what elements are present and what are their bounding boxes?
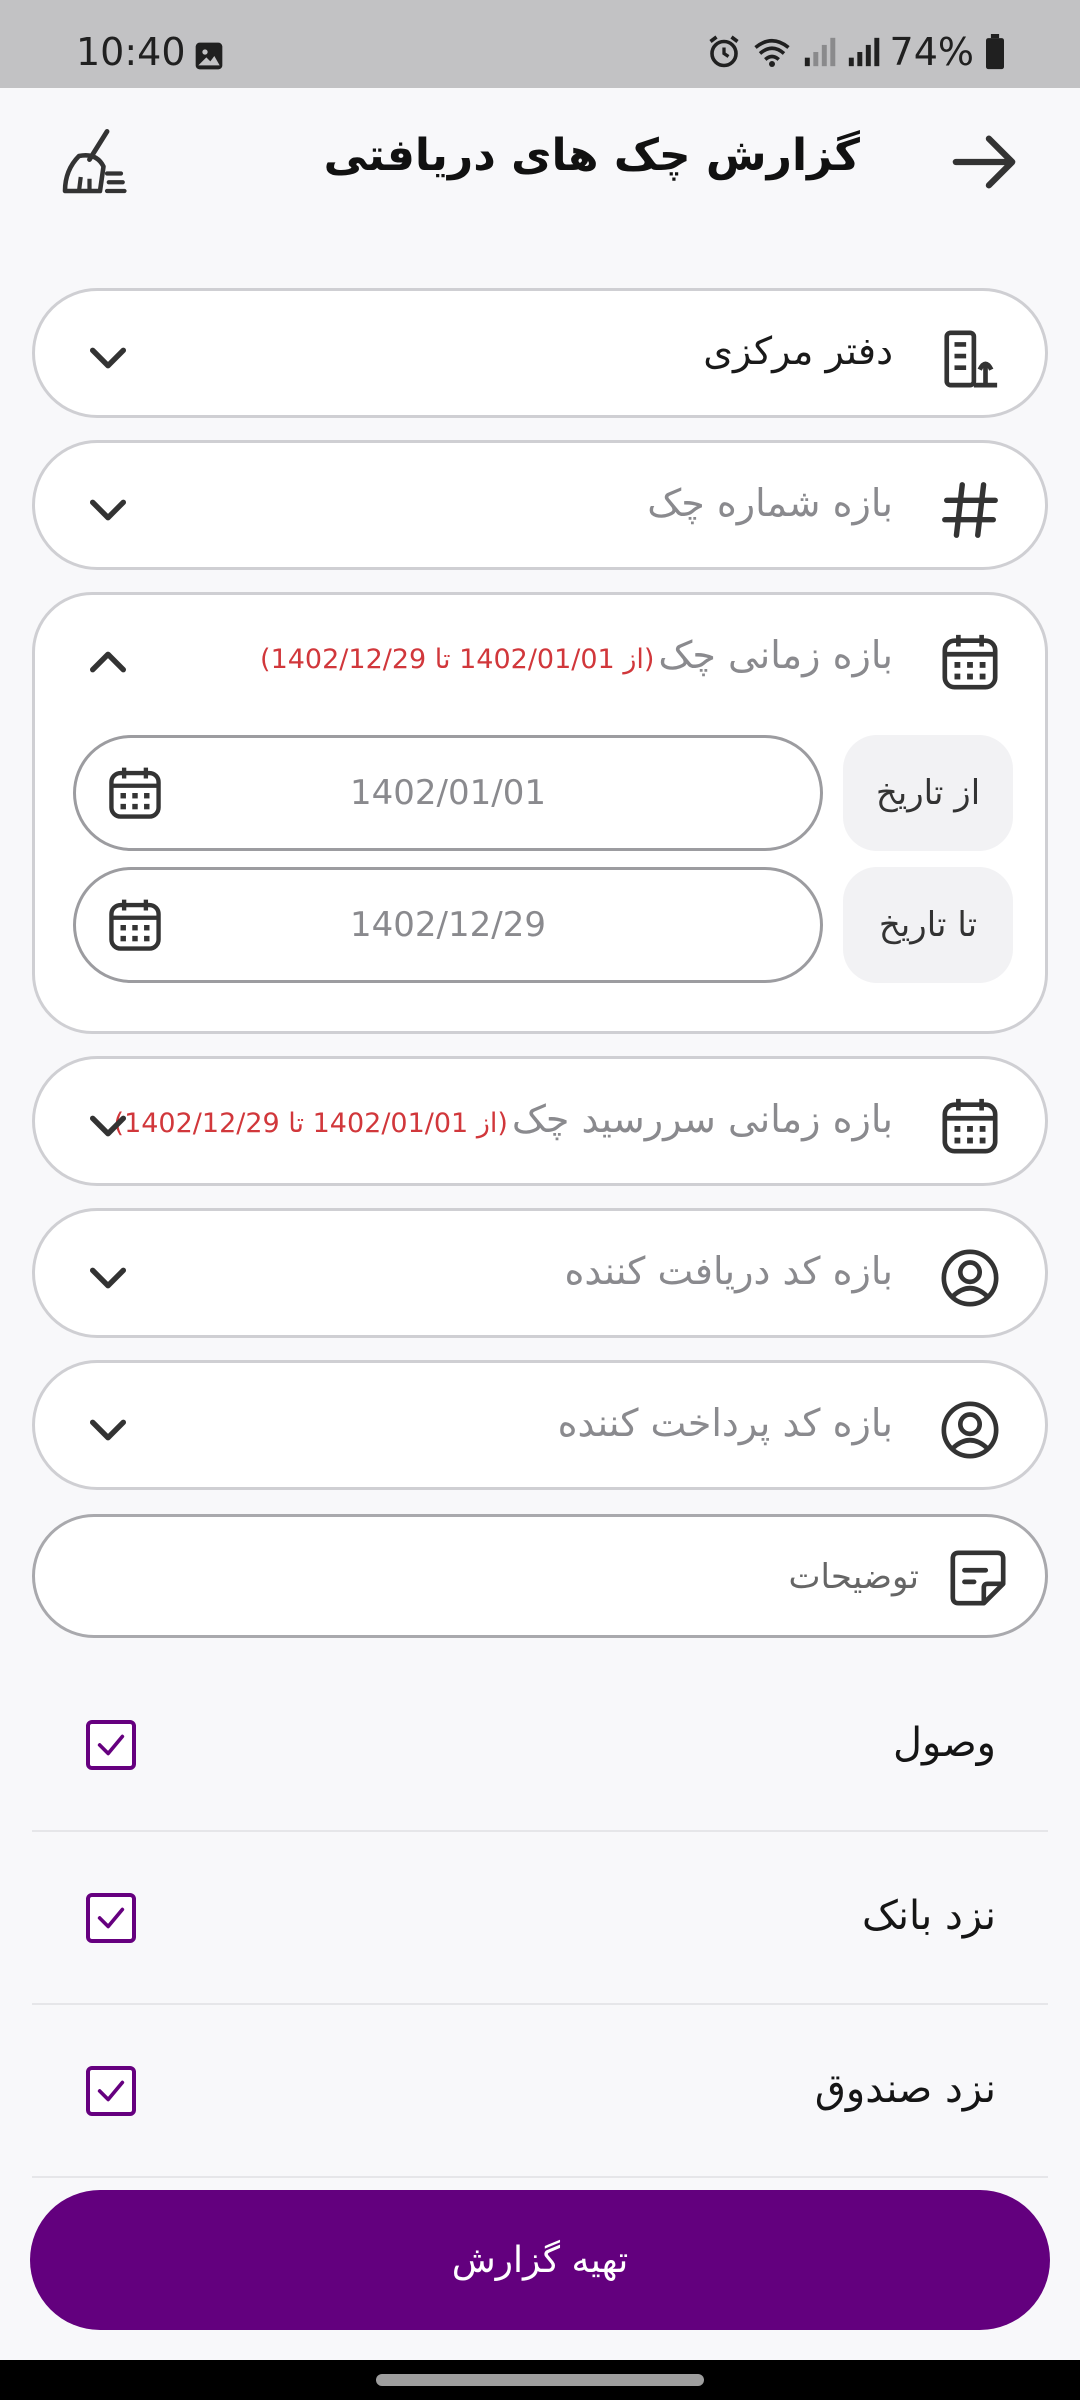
from-date-input[interactable]: 1402/01/01 bbox=[73, 735, 823, 851]
to-date-input[interactable]: 1402/12/29 bbox=[73, 867, 823, 983]
chevron-down-icon[interactable] bbox=[85, 487, 131, 533]
status-row-collected[interactable]: وصول bbox=[32, 1660, 1048, 1832]
chevron-down-icon[interactable] bbox=[85, 1103, 131, 1149]
check-date-range-label: بازه زمانی چک(از 1402/01/01 تا 1402/12/2… bbox=[260, 633, 893, 677]
status-row-at-cashbox[interactable]: نزد صندوق bbox=[32, 2006, 1048, 2178]
chevron-up-icon[interactable] bbox=[85, 639, 131, 685]
check-icon bbox=[97, 2080, 125, 2102]
due-date-range-field[interactable]: بازه زمانی سررسید چک(از 1402/01/01 تا 14… bbox=[32, 1056, 1048, 1186]
page-title: گزارش چک های دریافتی bbox=[323, 130, 860, 181]
status-checkbox[interactable] bbox=[86, 1893, 136, 1943]
status-label: نزد بانک bbox=[862, 1893, 996, 1939]
status-row-at-bank[interactable]: نزد بانک bbox=[32, 1833, 1048, 2005]
user-circle-icon bbox=[941, 1249, 999, 1307]
branch-selector[interactable]: دفتر مرکزی bbox=[32, 288, 1048, 418]
receiver-code-range-field[interactable]: بازه کد دریافت کننده bbox=[32, 1208, 1048, 1338]
check-number-range-label: بازه شماره چک bbox=[647, 481, 893, 525]
status-label: وصول bbox=[892, 1720, 996, 1766]
user-circle-icon bbox=[941, 1401, 999, 1459]
check-date-range-panel: بازه زمانی چک(از 1402/01/01 تا 1402/12/2… bbox=[32, 592, 1048, 1034]
calendar-icon bbox=[942, 1098, 998, 1154]
status-icons: 74% bbox=[706, 30, 1006, 74]
check-date-range-note: (از 1402/01/01 تا 1402/12/29) bbox=[260, 644, 655, 675]
status-bar: 10:40 74% bbox=[0, 0, 1080, 88]
payer-code-range-field[interactable]: بازه کد پرداخت کننده bbox=[32, 1360, 1048, 1490]
status-time: 10:40 bbox=[76, 30, 186, 74]
wifi-icon bbox=[753, 38, 790, 67]
alarm-icon bbox=[708, 35, 739, 68]
signal-2-icon bbox=[848, 37, 879, 67]
to-date-label: تا تاریخ bbox=[843, 867, 1013, 983]
hash-icon bbox=[942, 482, 998, 538]
check-date-range-title: بازه زمانی چک bbox=[658, 633, 893, 677]
check-icon bbox=[97, 1907, 125, 1929]
to-date-value: 1402/12/29 bbox=[350, 905, 546, 945]
battery-percent: 74% bbox=[889, 30, 974, 74]
receiver-code-range-label: بازه کد دریافت کننده bbox=[564, 1249, 893, 1293]
from-date-label: از تاریخ bbox=[843, 735, 1013, 851]
calendar-icon bbox=[942, 634, 998, 690]
system-nav-bar bbox=[0, 2360, 1080, 2400]
broom-icon[interactable] bbox=[58, 128, 128, 198]
chevron-down-icon[interactable] bbox=[85, 335, 131, 381]
battery-icon bbox=[986, 34, 1004, 70]
building-icon bbox=[944, 330, 998, 388]
generate-report-button[interactable]: تهیه گزارش bbox=[30, 2190, 1050, 2330]
calendar-icon[interactable] bbox=[106, 896, 164, 954]
branch-label: دفتر مرکزی bbox=[703, 329, 893, 373]
to-date-row: تا تاریخ 1402/12/29 bbox=[73, 867, 1013, 983]
notes-placeholder: توضیحات bbox=[788, 1557, 919, 1597]
status-label: نزد صندوق bbox=[814, 2066, 996, 2112]
notes-field[interactable]: توضیحات bbox=[32, 1514, 1048, 1638]
back-arrow-icon[interactable] bbox=[950, 132, 1020, 192]
image-notification-icon bbox=[195, 42, 223, 70]
payer-code-range-label: بازه کد پرداخت کننده bbox=[557, 1401, 893, 1445]
due-date-range-title: بازه زمانی سررسید چک bbox=[511, 1097, 893, 1141]
chevron-down-icon[interactable] bbox=[85, 1407, 131, 1453]
check-number-range-field[interactable]: بازه شماره چک bbox=[32, 440, 1048, 570]
home-gesture-handle[interactable] bbox=[376, 2374, 704, 2386]
status-checkbox[interactable] bbox=[86, 2066, 136, 2116]
due-date-range-label: بازه زمانی سررسید چک(از 1402/01/01 تا 14… bbox=[114, 1097, 893, 1141]
signal-1-icon bbox=[804, 37, 835, 67]
app-bar: گزارش چک های دریافتی bbox=[0, 88, 1080, 238]
note-icon bbox=[950, 1550, 1006, 1606]
check-icon bbox=[97, 1734, 125, 1756]
from-date-row: از تاریخ 1402/01/01 bbox=[73, 735, 1013, 851]
calendar-icon[interactable] bbox=[106, 764, 164, 822]
status-checkbox[interactable] bbox=[86, 1720, 136, 1770]
from-date-value: 1402/01/01 bbox=[350, 773, 546, 813]
chevron-down-icon[interactable] bbox=[85, 1255, 131, 1301]
due-date-range-note: (از 1402/01/01 تا 1402/12/29) bbox=[113, 1108, 508, 1139]
